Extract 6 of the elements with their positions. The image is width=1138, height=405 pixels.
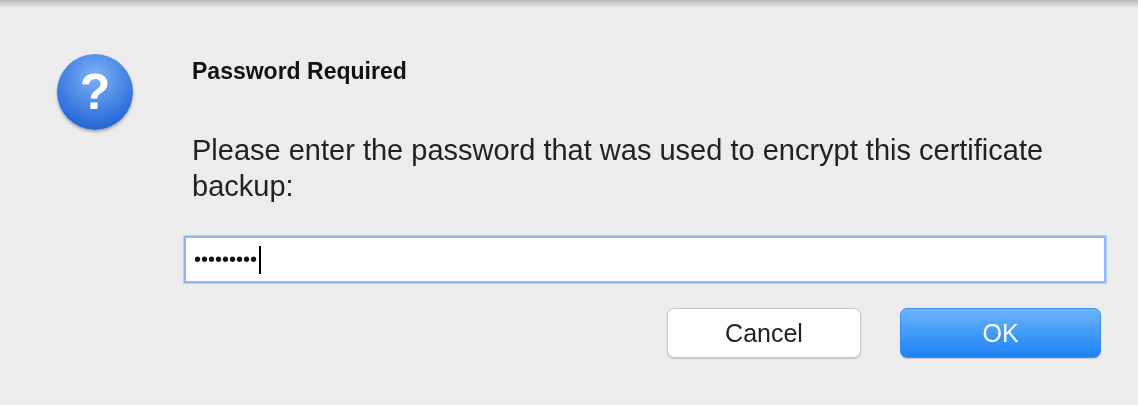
cancel-button[interactable]: Cancel bbox=[667, 308, 861, 358]
password-field[interactable]: ••••••••• bbox=[184, 236, 1106, 283]
dialog-title: Password Required bbox=[192, 58, 408, 85]
dialog-message: Please enter the password that was used to encrypt this certificate backup: bbox=[192, 133, 1045, 204]
question-icon: ? bbox=[57, 54, 133, 130]
text-cursor bbox=[259, 245, 262, 274]
